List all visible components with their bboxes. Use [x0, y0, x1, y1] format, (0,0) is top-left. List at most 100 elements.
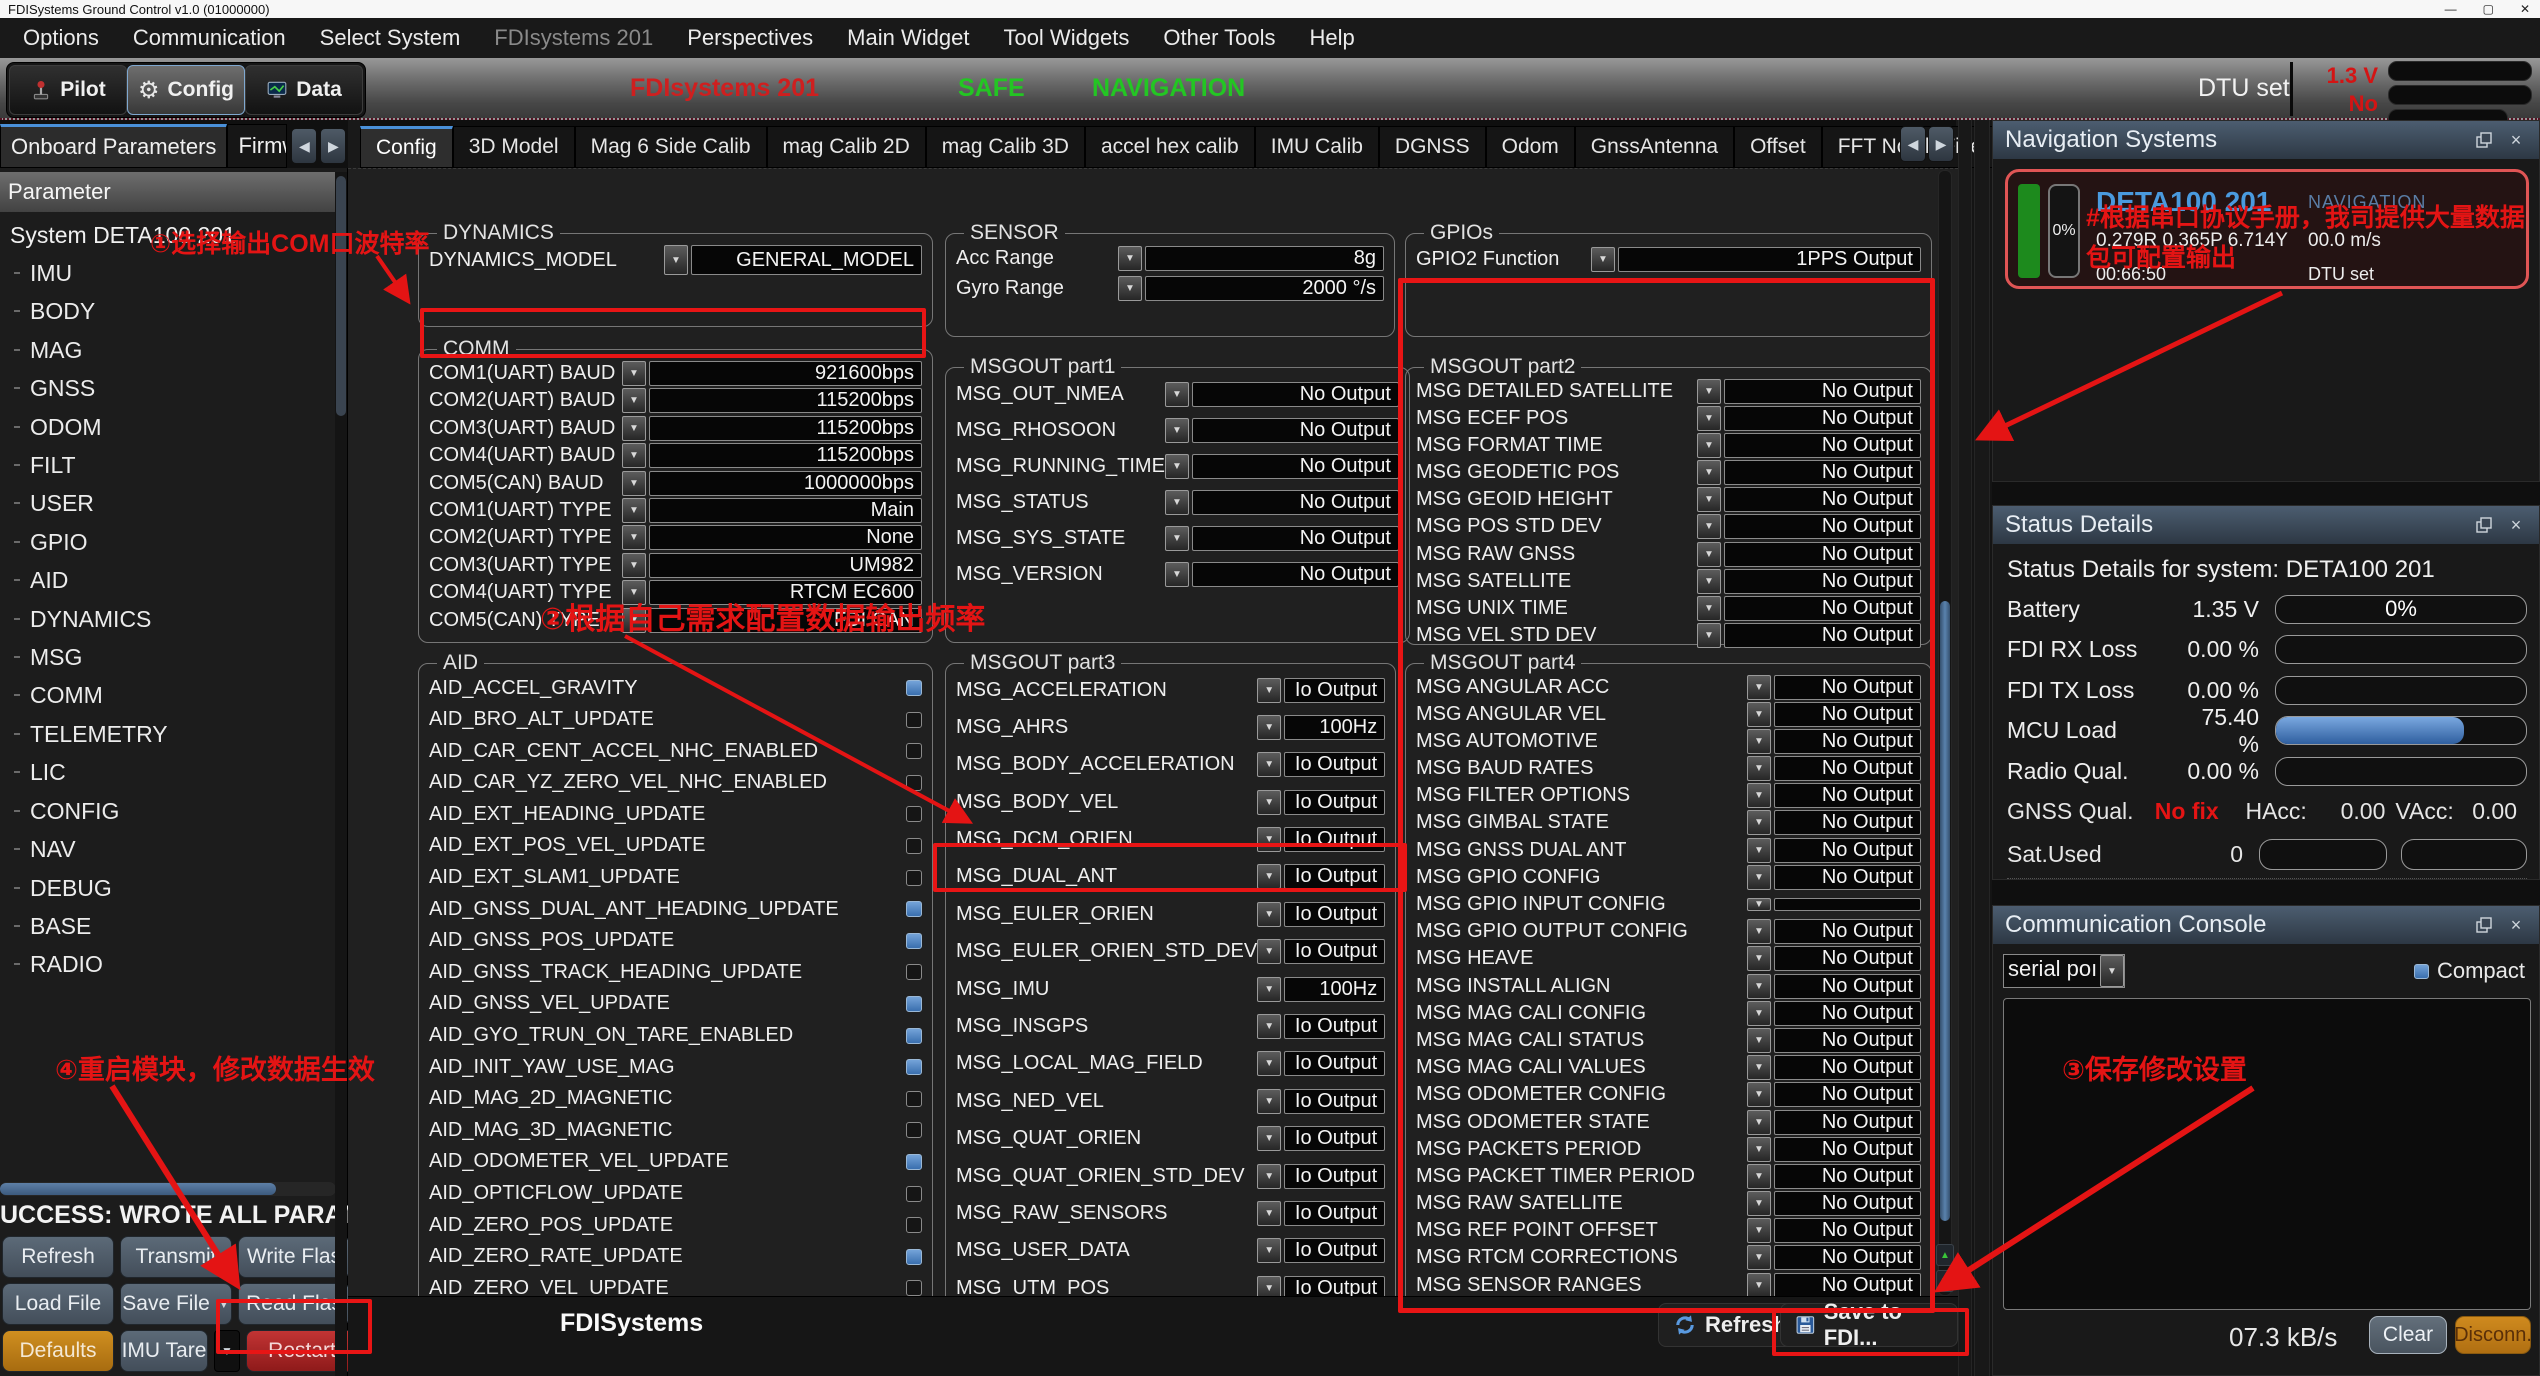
splitter[interactable] [1958, 120, 1972, 1376]
tree-item-8[interactable]: AID [0, 561, 336, 599]
close-panel-icon[interactable]: × [2505, 914, 2527, 936]
scrollbar-thumb[interactable] [0, 1183, 276, 1195]
imu-tare-dropdown-icon[interactable]: ▼ [214, 1330, 240, 1372]
param-dropdown[interactable]: ▼No Output [1747, 783, 1921, 808]
param-dropdown[interactable]: ▼UM982 [622, 553, 922, 578]
param-checkbox[interactable] [906, 1186, 922, 1202]
tab-onboard-parameters[interactable]: Onboard Parameters [0, 124, 227, 168]
dropdown-arrow-icon[interactable]: ▼ [622, 608, 646, 633]
param-checkbox[interactable] [906, 1028, 922, 1044]
dropdown-arrow-icon[interactable]: ▼ [622, 443, 646, 468]
dropdown-arrow-icon[interactable]: ▼ [1257, 1201, 1281, 1226]
transmit-button[interactable]: Transmit [120, 1236, 232, 1278]
write-flash-button[interactable]: Write Flas [238, 1236, 350, 1278]
param-checkbox[interactable] [906, 838, 922, 854]
panel-titlebar[interactable]: Communication Console × [1993, 906, 2539, 944]
param-dropdown[interactable]: ▼Io Output [1257, 864, 1385, 889]
dropdown-arrow-icon[interactable]: ▼ [622, 471, 646, 496]
param-dropdown[interactable]: ▼No Output [1165, 490, 1399, 515]
dropdown-arrow-icon[interactable]: ▼ [1257, 939, 1281, 964]
dropdown-arrow-icon[interactable]: ▼ [622, 498, 646, 523]
dropdown-arrow-icon[interactable]: ▼ [1747, 919, 1771, 944]
param-dropdown[interactable]: ▼2000 °/s [1118, 276, 1384, 301]
load-file-button[interactable]: Load File [2, 1283, 114, 1325]
dropdown-arrow-icon[interactable]: ▼ [1697, 542, 1721, 567]
param-checkbox[interactable] [906, 775, 922, 791]
panel-titlebar[interactable]: Status Details × [1993, 506, 2539, 544]
dropdown-arrow-icon[interactable]: ▼ [1257, 790, 1281, 815]
param-dropdown[interactable]: ▼No Output [1697, 542, 1921, 567]
dropdown-arrow-icon[interactable]: ▼ [1747, 1164, 1771, 1189]
param-dropdown[interactable]: ▼No Output [1165, 418, 1399, 443]
dropdown-arrow-icon[interactable]: ▼ [1747, 1245, 1771, 1270]
dropdown-arrow-icon[interactable]: ▼ [1747, 1110, 1771, 1135]
param-checkbox[interactable] [906, 901, 922, 917]
tree-item-7[interactable]: GPIO [0, 523, 336, 561]
dropdown-arrow-icon[interactable]: ▼ [1697, 569, 1721, 594]
splitter[interactable] [1974, 120, 1990, 1376]
dropdown-arrow-icon[interactable]: ▼ [1747, 1191, 1771, 1216]
param-dropdown[interactable]: ▼Io Output [1257, 1051, 1385, 1076]
param-dropdown[interactable]: ▼No Output [1747, 919, 1921, 944]
minimize-icon[interactable]: — [2445, 2, 2457, 16]
param-dropdown[interactable]: ▼Main [622, 498, 922, 523]
port-select[interactable]: serial poı ▼ [2003, 954, 2125, 988]
param-dropdown[interactable]: ▼No Output [1697, 379, 1921, 404]
dropdown-arrow-icon[interactable]: ▼ [1165, 526, 1189, 551]
dropdown-arrow-icon[interactable]: ▼ [1591, 247, 1615, 272]
param-checkbox[interactable] [906, 1249, 922, 1265]
tree-item-3[interactable]: GNSS [0, 369, 336, 407]
dropdown-arrow-icon[interactable]: ▼ [1257, 752, 1281, 777]
param-checkbox[interactable] [906, 1154, 922, 1170]
param-dropdown[interactable]: ▼Io Output [1257, 752, 1385, 777]
menu-tool-widgets[interactable]: Tool Widgets [986, 25, 1146, 51]
tree-root-system[interactable]: System DETA100 201 [0, 216, 336, 254]
dropdown-arrow-icon[interactable]: ▼ [1118, 246, 1142, 271]
param-dropdown[interactable]: ▼No Output [1165, 382, 1399, 407]
dropdown-arrow-icon[interactable]: ▼ [1257, 902, 1281, 927]
tab-scroll-right-icon[interactable]: ▶ [1928, 126, 1954, 162]
parameter-column-header[interactable]: Parameter [0, 172, 336, 212]
dropdown-arrow-icon[interactable]: ▼ [622, 361, 646, 386]
param-dropdown[interactable]: ▼8g [1118, 246, 1384, 271]
dropdown-arrow-icon[interactable]: ▼ [1747, 865, 1771, 890]
dropdown-arrow-icon[interactable]: ▼ [622, 553, 646, 578]
dropdown-arrow-icon[interactable]: ▼ [1257, 1164, 1281, 1189]
menu-options[interactable]: Options [6, 25, 116, 51]
data-view-button[interactable]: Data [245, 65, 363, 115]
dropdown-arrow-icon[interactable]: ▼ [1747, 1137, 1771, 1162]
pilot-view-button[interactable]: Pilot [9, 65, 127, 115]
config-tab-4[interactable]: mag Calib 3D [926, 126, 1085, 168]
config-tab-5[interactable]: accel hex calib [1085, 126, 1255, 168]
tree-item-16[interactable]: DEBUG [0, 869, 336, 907]
scrollbar-thumb[interactable] [336, 176, 346, 416]
read-flash-button[interactable]: Read Flas [238, 1283, 350, 1325]
param-dropdown[interactable]: ▼No Output [1165, 526, 1399, 551]
config-view-button[interactable]: ⚙ Config [127, 65, 245, 115]
param-dropdown[interactable]: ▼RTCM EC600 [622, 580, 922, 605]
dropdown-arrow-icon[interactable]: ▼ [1257, 827, 1281, 852]
dropdown-arrow-icon[interactable]: ▼ [1697, 623, 1721, 648]
param-dropdown[interactable]: ▼No Output [1747, 865, 1921, 890]
param-dropdown[interactable]: ▼No Output [1747, 946, 1921, 971]
defaults-button[interactable]: Defaults [2, 1330, 114, 1372]
param-dropdown[interactable]: ▼No Output [1165, 454, 1399, 479]
tree-item-4[interactable]: ODOM [0, 408, 336, 446]
float-panel-icon[interactable] [2473, 129, 2495, 151]
dropdown-arrow-icon[interactable]: ▼ [1747, 974, 1771, 999]
menu-help[interactable]: Help [1293, 25, 1372, 51]
param-dropdown[interactable]: ▼No Output [1747, 1137, 1921, 1162]
param-dropdown[interactable]: ▼GENERAL_MODEL [664, 245, 922, 275]
param-dropdown[interactable]: ▼No Output [1165, 562, 1399, 587]
param-dropdown[interactable]: ▼115200bps [622, 388, 922, 413]
dropdown-arrow-icon[interactable]: ▼ [1697, 460, 1721, 485]
config-tab-0[interactable]: Config [360, 126, 453, 168]
param-dropdown[interactable]: ▼115200bps [622, 443, 922, 468]
tree-item-17[interactable]: BASE [0, 907, 336, 945]
config-tab-2[interactable]: Mag 6 Side Calib [575, 126, 767, 168]
param-dropdown[interactable]: ▼No Output [1747, 1055, 1921, 1080]
param-dropdown[interactable]: ▼No Output [1747, 838, 1921, 863]
dropdown-arrow-icon[interactable]: ▼ [622, 525, 646, 550]
param-dropdown[interactable]: ▼No Output [1747, 1110, 1921, 1135]
dropdown-arrow-icon[interactable]: ▼ [1165, 562, 1189, 587]
